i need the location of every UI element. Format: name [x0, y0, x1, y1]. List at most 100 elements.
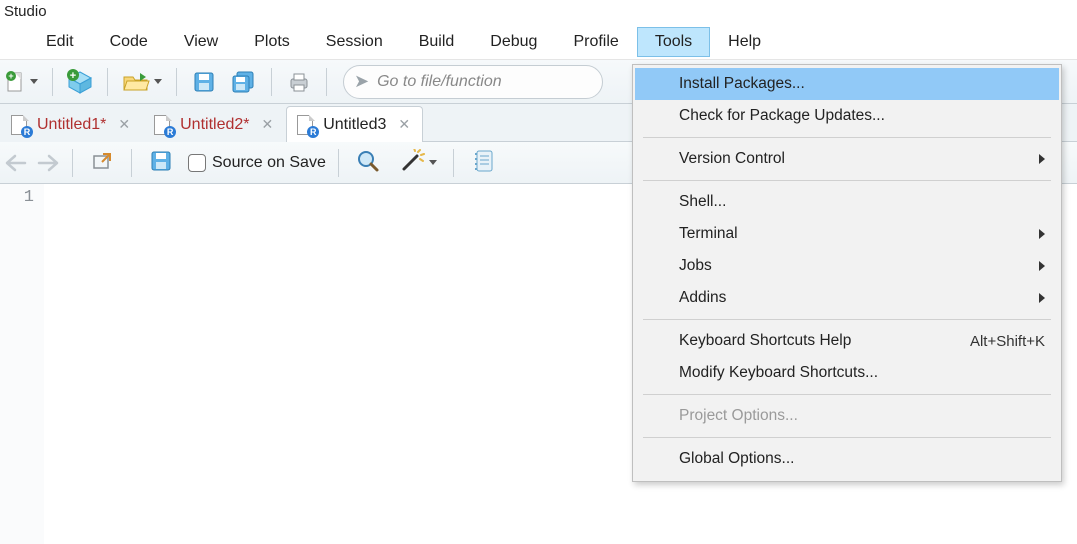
line-number: 1 — [0, 188, 34, 207]
menu-item-addins[interactable]: Addins — [635, 282, 1059, 314]
notebook-icon — [472, 149, 494, 177]
magnifier-icon — [356, 149, 380, 177]
menu-separator — [643, 394, 1051, 395]
submenu-arrow-icon — [1039, 261, 1045, 271]
menu-code[interactable]: Code — [92, 27, 166, 57]
new-file-icon: + — [6, 71, 26, 93]
r-file-icon: R — [297, 115, 315, 135]
new-file-dropdown[interactable]: + — [2, 65, 42, 99]
menu-item-label: Keyboard Shortcuts Help — [679, 332, 851, 350]
menu-view[interactable]: View — [166, 27, 236, 57]
chevron-down-icon — [429, 160, 437, 165]
svg-text:+: + — [70, 70, 76, 82]
toolbar-separator — [107, 68, 108, 96]
save-all-button[interactable] — [227, 65, 261, 99]
submenu-arrow-icon — [1039, 293, 1045, 303]
folder-open-icon — [122, 71, 150, 93]
tab-close-icon[interactable]: ✕ — [398, 116, 410, 133]
menu-help[interactable]: Help — [710, 27, 779, 57]
magic-wand-icon — [399, 149, 425, 177]
save-button[interactable] — [187, 65, 221, 99]
compile-report-button[interactable] — [466, 146, 500, 180]
menu-build[interactable]: Build — [401, 27, 473, 57]
editor-tab[interactable]: RUntitled1*✕ — [0, 106, 143, 142]
menu-item-label: Global Options... — [679, 450, 794, 468]
tab-label: Untitled1* — [37, 116, 106, 134]
menu-item-label: Terminal — [679, 225, 738, 243]
tab-label: Untitled3 — [323, 116, 386, 134]
nav-forward-button[interactable] — [36, 153, 60, 173]
menu-item-keyboard-shortcuts-help[interactable]: Keyboard Shortcuts HelpAlt+Shift+K — [635, 325, 1059, 357]
menu-item-terminal[interactable]: Terminal — [635, 218, 1059, 250]
goto-arrow-icon: ➤ — [354, 71, 369, 92]
menu-separator — [643, 180, 1051, 181]
menu-item-label: Modify Keyboard Shortcuts... — [679, 364, 878, 382]
menu-item-label: Version Control — [679, 150, 785, 168]
find-replace-button[interactable] — [351, 146, 385, 180]
print-icon — [287, 71, 311, 93]
menu-item-label: Check for Package Updates... — [679, 107, 885, 125]
checkbox-icon — [188, 154, 206, 172]
toolbar-separator — [271, 68, 272, 96]
menu-item-label: Project Options... — [679, 407, 798, 425]
tab-close-icon[interactable]: ✕ — [261, 116, 273, 133]
new-project-button[interactable]: + — [63, 65, 97, 99]
toolbar-separator — [52, 68, 53, 96]
window-title: Studio — [0, 0, 1077, 24]
code-tools-dropdown[interactable] — [395, 146, 441, 180]
menu-edit[interactable]: Edit — [28, 27, 92, 57]
menu-item-global-options[interactable]: Global Options... — [635, 443, 1059, 475]
menu-profile[interactable]: Profile — [555, 27, 636, 57]
menu-separator — [643, 319, 1051, 320]
menu-separator — [643, 437, 1051, 438]
tools-menu-dropdown: Install Packages... Check for Package Upd… — [632, 64, 1062, 482]
toolbar-separator — [176, 68, 177, 96]
menu-item-shell[interactable]: Shell... — [635, 186, 1059, 218]
source-on-save-toggle[interactable]: Source on Save — [188, 154, 326, 172]
menu-item-jobs[interactable]: Jobs — [635, 250, 1059, 282]
menu-tools[interactable]: Tools — [637, 27, 710, 57]
show-in-new-window-button[interactable] — [85, 146, 119, 180]
menu-item-label: Shell... — [679, 193, 726, 211]
submenu-arrow-icon — [1039, 154, 1045, 164]
menu-separator — [643, 137, 1051, 138]
nav-back-button[interactable] — [4, 153, 28, 173]
toolbar-separator — [453, 149, 454, 177]
r-file-icon: R — [154, 115, 172, 135]
menu-item-label: Install Packages... — [679, 75, 805, 93]
chevron-down-icon — [154, 79, 162, 84]
goto-file-function[interactable]: ➤ — [343, 65, 603, 99]
goto-input[interactable] — [377, 73, 588, 91]
svg-text:+: + — [8, 71, 13, 81]
line-gutter: 1 — [0, 184, 44, 544]
submenu-arrow-icon — [1039, 229, 1045, 239]
menu-plots[interactable]: Plots — [236, 27, 308, 57]
chevron-down-icon — [30, 79, 38, 84]
menu-item-install-packages[interactable]: Install Packages... — [635, 68, 1059, 100]
menu-item-project-options: Project Options... — [635, 400, 1059, 432]
editor-save-button[interactable] — [144, 146, 178, 180]
toolbar-separator — [72, 149, 73, 177]
menu-item-label: Jobs — [679, 257, 712, 275]
project-cube-icon: + — [66, 69, 94, 95]
source-on-save-label: Source on Save — [212, 154, 326, 172]
menu-debug[interactable]: Debug — [472, 27, 555, 57]
menubar: EditCodeViewPlotsSessionBuildDebugProfil… — [0, 24, 1077, 60]
menu-item-modify-keyboard-shortcuts[interactable]: Modify Keyboard Shortcuts... — [635, 357, 1059, 389]
popout-icon — [91, 151, 113, 175]
toolbar-separator — [326, 68, 327, 96]
print-button[interactable] — [282, 65, 316, 99]
menu-item-label: Addins — [679, 289, 726, 307]
editor-tab[interactable]: RUntitled2*✕ — [143, 106, 286, 142]
menu-session[interactable]: Session — [308, 27, 401, 57]
toolbar-separator — [338, 149, 339, 177]
menu-item-version-control[interactable]: Version Control — [635, 143, 1059, 175]
save-all-icon — [231, 70, 257, 94]
tab-close-icon[interactable]: ✕ — [118, 116, 130, 133]
editor-tab[interactable]: R Untitled3 ✕ — [286, 106, 423, 142]
toolbar-separator — [131, 149, 132, 177]
menu-item-check-for-package-updates[interactable]: Check for Package Updates... — [635, 100, 1059, 132]
save-icon — [193, 71, 215, 93]
save-icon — [150, 150, 172, 176]
open-file-dropdown[interactable] — [118, 65, 166, 99]
